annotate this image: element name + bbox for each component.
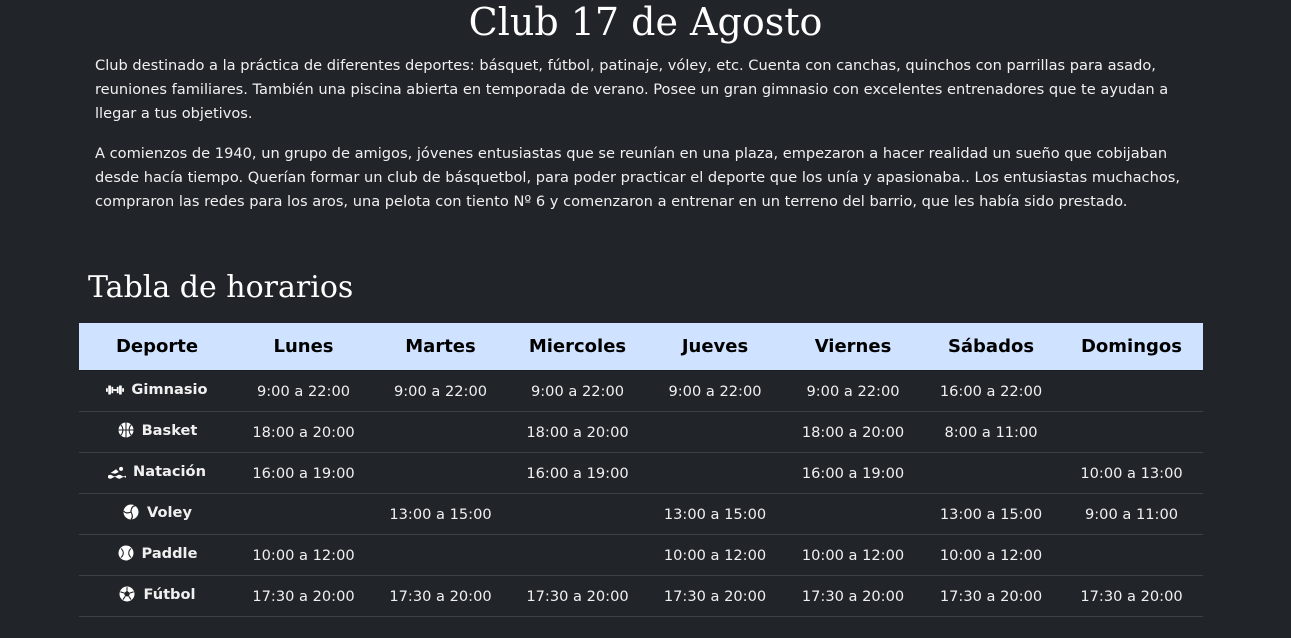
table-row: Gimnasio 9:00 a 22:00 9:00 a 22:00 9:00 a 2… xyxy=(79,370,1203,412)
paddle-ball-icon xyxy=(117,545,135,561)
schedule-header-row: Deporte Lunes Martes Miercoles Jueves Vi… xyxy=(79,323,1203,371)
time-cell: 18:00 a 20:00 xyxy=(784,411,922,453)
time-cell xyxy=(1060,411,1203,453)
time-cell xyxy=(372,411,509,453)
time-cell: 17:30 a 20:00 xyxy=(372,575,509,617)
sport-cell: Voley xyxy=(79,493,235,535)
sport-label: Paddle xyxy=(141,544,198,562)
time-cell: 9:00 a 22:00 xyxy=(235,370,372,412)
time-cell: 17:30 a 20:00 xyxy=(922,575,1060,617)
time-cell: 17:30 a 20:00 xyxy=(646,575,784,617)
time-cell: 18:00 a 20:00 xyxy=(509,411,646,453)
header-jueves: Jueves xyxy=(646,323,784,371)
time-cell xyxy=(509,534,646,576)
sport-label: Gimnasio xyxy=(131,381,208,399)
soccer-ball-icon xyxy=(118,586,136,602)
schedule-title: Tabla de horarios xyxy=(88,270,354,305)
sport-label: Natación xyxy=(133,463,206,481)
table-row: Natación 16:00 a 19:00 16:00 a 19:00 16:00 … xyxy=(79,452,1203,494)
header-sabados: Sábados xyxy=(922,323,1060,371)
time-cell: 16:00 a 19:00 xyxy=(235,452,372,494)
swimmer-icon xyxy=(108,464,127,480)
time-cell: 17:30 a 20:00 xyxy=(509,575,646,617)
time-cell xyxy=(1060,370,1203,412)
time-cell: 9:00 a 11:00 xyxy=(1060,493,1203,535)
header-deporte: Deporte xyxy=(79,323,235,371)
sport-cell: Fútbol xyxy=(79,575,235,617)
time-cell xyxy=(372,452,509,494)
sport-cell: Paddle xyxy=(79,534,235,576)
time-cell: 10:00 a 12:00 xyxy=(784,534,922,576)
time-cell: 9:00 a 22:00 xyxy=(372,370,509,412)
time-cell: 9:00 a 22:00 xyxy=(509,370,646,412)
header-lunes: Lunes xyxy=(235,323,372,371)
sport-label: Fútbol xyxy=(143,585,196,603)
time-cell: 10:00 a 12:00 xyxy=(646,534,784,576)
time-cell xyxy=(646,452,784,494)
sport-label: Basket xyxy=(141,421,198,439)
table-row: Fútbol 17:30 a 20:00 17:30 a 20:00 17:30 a … xyxy=(79,575,1203,617)
schedule-table: Deporte Lunes Martes Miercoles Jueves Vi… xyxy=(79,323,1203,617)
time-cell xyxy=(235,493,372,535)
sport-label: Voley xyxy=(147,503,192,521)
sport-cell: Natación xyxy=(79,452,235,494)
time-cell xyxy=(372,534,509,576)
time-cell: 17:30 a 20:00 xyxy=(235,575,372,617)
intro-paragraph-2: A comienzos de 1940, un grupo de amigos,… xyxy=(95,145,1180,210)
intro-paragraph-1: Club destinado a la práctica de diferent… xyxy=(95,57,1169,122)
time-cell: 10:00 a 12:00 xyxy=(235,534,372,576)
time-cell: 17:30 a 20:00 xyxy=(784,575,922,617)
time-cell xyxy=(509,493,646,535)
page-title: Club 17 de Agosto xyxy=(468,0,823,44)
time-cell xyxy=(1060,534,1203,576)
time-cell: 16:00 a 22:00 xyxy=(922,370,1060,412)
time-cell: 16:00 a 19:00 xyxy=(509,452,646,494)
time-cell xyxy=(646,411,784,453)
time-cell: 9:00 a 22:00 xyxy=(646,370,784,412)
basketball-icon xyxy=(117,422,135,438)
time-cell: 17:30 a 20:00 xyxy=(1060,575,1203,617)
time-cell: 13:00 a 15:00 xyxy=(922,493,1060,535)
table-row: Paddle 10:00 a 12:00 10:00 a 12:00 10:00 a … xyxy=(79,534,1203,576)
dumbbell-icon xyxy=(106,382,125,398)
time-cell: 10:00 a 13:00 xyxy=(1060,452,1203,494)
volleyball-icon xyxy=(122,504,140,521)
time-cell: 16:00 a 19:00 xyxy=(784,452,922,494)
time-cell: 8:00 a 11:00 xyxy=(922,411,1060,453)
table-row: Basket 18:00 a 20:00 18:00 a 20:00 18:00 a … xyxy=(79,411,1203,453)
time-cell xyxy=(922,452,1060,494)
sport-cell: Basket xyxy=(79,411,235,453)
time-cell xyxy=(784,493,922,535)
table-row: Voley 13:00 a 15:00 13:00 a 15:00 13:00 a 1… xyxy=(79,493,1203,535)
header-domingos: Domingos xyxy=(1060,323,1203,371)
time-cell: 13:00 a 15:00 xyxy=(372,493,509,535)
header-miercoles: Miercoles xyxy=(509,323,646,371)
sport-cell: Gimnasio xyxy=(79,370,235,412)
time-cell: 9:00 a 22:00 xyxy=(784,370,922,412)
time-cell: 18:00 a 20:00 xyxy=(235,411,372,453)
header-viernes: Viernes xyxy=(784,323,922,371)
header-martes: Martes xyxy=(372,323,509,371)
time-cell: 13:00 a 15:00 xyxy=(646,493,784,535)
time-cell: 10:00 a 12:00 xyxy=(922,534,1060,576)
